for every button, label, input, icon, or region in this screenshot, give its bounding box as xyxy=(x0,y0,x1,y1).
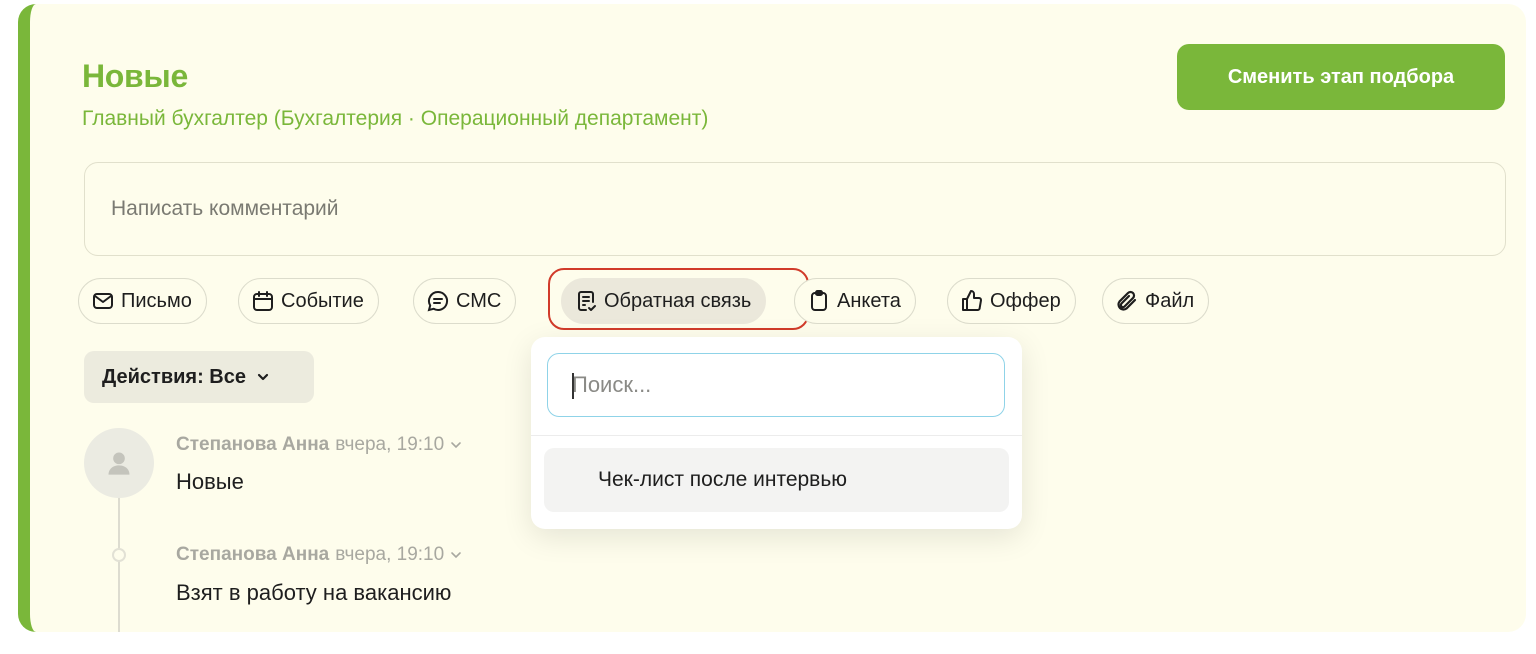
entry-time: вчера, 19:10 xyxy=(335,434,445,455)
stage-title: Новые xyxy=(82,58,188,94)
paperclip-icon xyxy=(1117,290,1137,311)
avatar xyxy=(84,428,154,498)
action-questionnaire-button[interactable]: Анкета xyxy=(794,278,916,324)
timeline-line xyxy=(118,498,120,632)
comment-box[interactable] xyxy=(84,162,1506,256)
feedback-dropdown: Чек-лист после интервью xyxy=(531,337,1022,529)
timeline-dot xyxy=(112,548,126,562)
chat-icon xyxy=(427,290,449,312)
action-feedback-button[interactable]: Обратная связь xyxy=(561,278,767,324)
entry-time: вчера, 19:10 xyxy=(335,544,445,565)
chevron-down-icon[interactable] xyxy=(450,439,462,451)
chevron-down-icon xyxy=(257,373,269,381)
user-icon xyxy=(108,452,130,475)
chevron-down-icon[interactable] xyxy=(450,549,462,561)
action-feedback-label: Обратная связь xyxy=(604,289,752,312)
clipboard-icon xyxy=(811,290,827,311)
action-sms-label: СМС xyxy=(456,289,502,312)
timeline-entry-meta: Степанова Анна вчера, 19:10 xyxy=(176,544,462,566)
action-mail-button[interactable]: Письмо xyxy=(78,278,207,324)
action-file-label: Файл xyxy=(1145,289,1195,312)
dropdown-divider xyxy=(531,435,1022,436)
action-event-button[interactable]: Событие xyxy=(238,278,379,324)
action-file-button[interactable]: Файл xyxy=(1102,278,1210,324)
calendar-icon xyxy=(253,291,273,311)
entry-author: Степанова Анна xyxy=(176,544,330,565)
action-offer-button[interactable]: Оффер xyxy=(947,278,1076,324)
comment-input[interactable] xyxy=(85,163,1505,255)
text-caret xyxy=(572,373,574,399)
timeline-entry-meta: Степанова Анна вчера, 19:10 xyxy=(176,434,462,456)
action-sms-button[interactable]: СМС xyxy=(413,278,517,324)
dropdown-search-box[interactable] xyxy=(547,353,1005,417)
vacancy-subtitle: Главный бухгалтер (Бухгалтерия · Операци… xyxy=(82,107,709,130)
entry-text: Новые xyxy=(176,469,244,494)
action-offer-label: Оффер xyxy=(990,289,1061,312)
entry-author: Степанова Анна xyxy=(176,434,330,455)
change-stage-button[interactable]: Сменить этап подбора xyxy=(1177,44,1505,110)
mail-icon xyxy=(93,293,113,309)
feedback-icon xyxy=(578,291,596,311)
action-mail-label: Письмо xyxy=(121,289,192,312)
actions-filter-label: Действия: Все xyxy=(102,365,246,388)
dropdown-option-checklist[interactable]: Чек-лист после интервью xyxy=(544,448,1009,512)
dropdown-search-input[interactable] xyxy=(548,354,1004,416)
candidate-card: Новые Главный бухгалтер (Бухгалтерия · О… xyxy=(18,4,1526,632)
thumbs-up-icon xyxy=(962,290,982,312)
action-questionnaire-label: Анкета xyxy=(837,289,901,312)
action-event-label: Событие xyxy=(281,289,364,312)
actions-filter-dropdown[interactable]: Действия: Все xyxy=(84,351,314,403)
entry-text: Взят в работу на вакансию xyxy=(176,580,452,605)
